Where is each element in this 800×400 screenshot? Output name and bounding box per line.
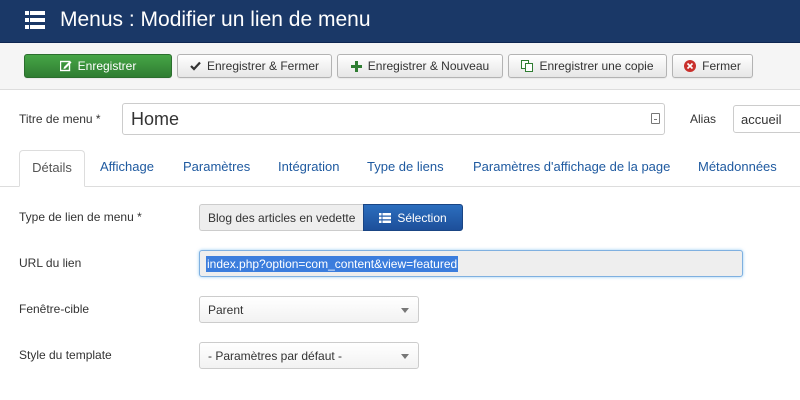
check-icon	[190, 61, 201, 71]
save-copy-label: Enregistrer une copie	[539, 59, 654, 73]
url-field[interactable]: index.php?option=com_content&view=featur…	[199, 250, 743, 277]
tab-display[interactable]: Affichage	[100, 150, 154, 186]
plus-icon	[350, 60, 362, 72]
tab-metadata[interactable]: Métadonnées	[698, 150, 777, 186]
save-new-button[interactable]: Enregistrer & Nouveau	[337, 54, 503, 78]
close-button[interactable]: Fermer	[672, 54, 753, 78]
template-style-label: Style du template	[19, 348, 112, 362]
chevron-down-icon	[401, 308, 409, 313]
menu-type-label: Type de lien de menu *	[19, 210, 142, 224]
close-label: Fermer	[702, 59, 741, 73]
url-label: URL du lien	[19, 256, 82, 270]
edit-icon	[59, 60, 72, 72]
save-button[interactable]: Enregistrer	[24, 54, 172, 78]
list-icon	[379, 212, 392, 223]
field-info-icon	[651, 113, 660, 124]
url-value: index.php?option=com_content&view=featur…	[206, 256, 459, 272]
list-icon	[25, 11, 45, 29]
page-title: Menus : Modifier un lien de menu	[60, 8, 371, 31]
toolbar: Enregistrer Enregistrer & Fermer Enregis…	[0, 43, 800, 90]
title-input[interactable]	[122, 103, 665, 135]
save-close-label: Enregistrer & Fermer	[206, 59, 320, 73]
alias-label: Alias	[690, 112, 717, 126]
save-copy-button[interactable]: Enregistrer une copie	[508, 54, 667, 78]
tab-integration[interactable]: Intégration	[278, 150, 339, 186]
page-header: Menus : Modifier un lien de menu	[0, 0, 800, 43]
tab-params[interactable]: Paramètres	[183, 150, 250, 186]
tab-details[interactable]: Détails	[19, 150, 85, 187]
alias-input[interactable]	[733, 105, 800, 133]
tab-bar: Détails Affichage Paramètres Intégration…	[0, 150, 800, 187]
select-type-button[interactable]: Sélection	[363, 204, 463, 231]
target-label: Fenêtre-cible	[19, 302, 90, 316]
template-style-select[interactable]: - Paramètres par défaut -	[199, 342, 419, 369]
chevron-down-icon	[401, 354, 409, 359]
menu-type-field: Blog des articles en vedette	[199, 204, 363, 231]
save-new-label: Enregistrer & Nouveau	[367, 59, 490, 73]
target-value: Parent	[208, 303, 244, 317]
template-style-value: - Paramètres par défaut -	[208, 349, 343, 363]
save-button-label: Enregistrer	[77, 59, 137, 73]
target-select[interactable]: Parent	[199, 296, 419, 323]
tab-link-type[interactable]: Type de liens	[367, 150, 444, 186]
close-circle-icon	[684, 60, 697, 72]
title-label: Titre de menu *	[19, 112, 101, 126]
tab-page-display[interactable]: Paramètres d'affichage de la page	[473, 150, 670, 186]
select-type-label: Sélection	[397, 210, 447, 225]
save-close-button[interactable]: Enregistrer & Fermer	[177, 54, 332, 78]
copy-icon	[521, 60, 534, 72]
